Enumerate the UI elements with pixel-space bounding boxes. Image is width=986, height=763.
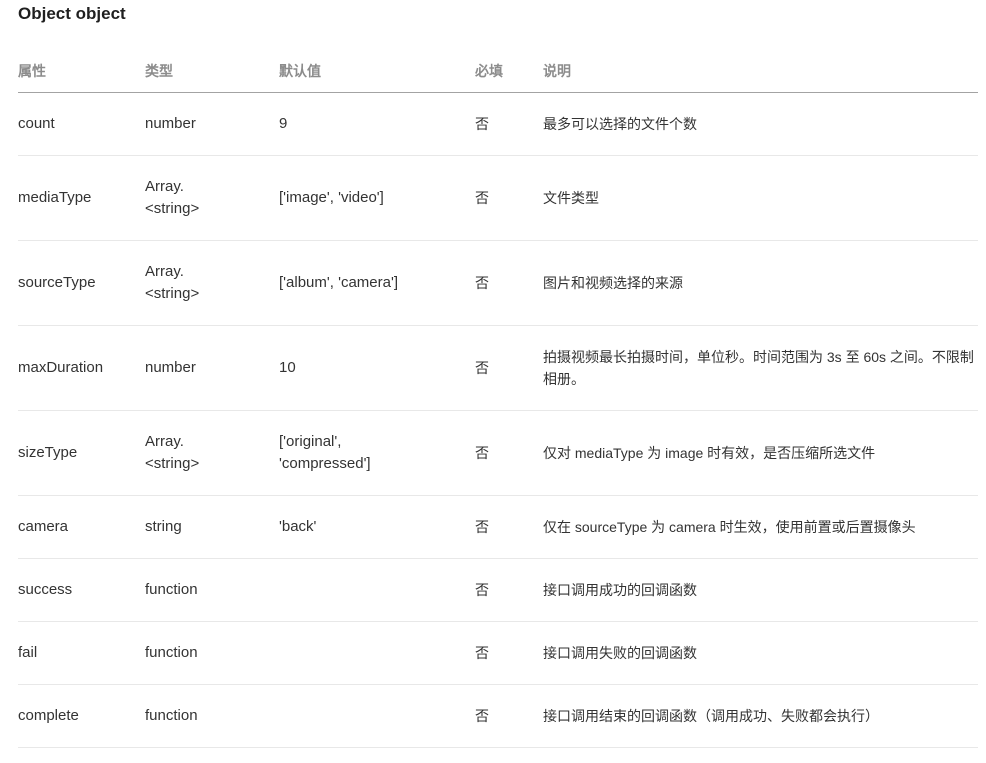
description-cell: 文件类型 (543, 190, 599, 206)
table-row: fail function 否 接口调用失败的回调函数 (18, 622, 978, 685)
default-value-cell: ['album', 'camera'] (279, 274, 398, 291)
default-value-cell: ['original', 'compressed'] (279, 433, 371, 472)
param-type-cell: number (145, 359, 196, 376)
default-value-cell: 10 (279, 359, 296, 376)
table-header-row: 属性 类型 默认值 必填 说明 (18, 50, 978, 93)
param-type-cell: function (145, 644, 198, 661)
required-cell: 否 (475, 519, 489, 535)
param-type-cell: function (145, 581, 198, 598)
default-value-cell: 9 (279, 115, 288, 132)
header-required: 必填 (475, 63, 503, 79)
default-value-cell: ['image', 'video'] (279, 189, 384, 206)
table-row: count number 9 否 最多可以选择的文件个数 (18, 93, 978, 156)
param-type-cell: string (145, 518, 182, 535)
table-row: mediaType Array.<string> ['image', 'vide… (18, 156, 978, 241)
table-row: camera string 'back' 否 仅在 sourceType 为 c… (18, 496, 978, 559)
required-cell: 否 (475, 445, 489, 461)
params-table: 属性 类型 默认值 必填 说明 count number 9 否 最多可以选择的… (18, 50, 978, 748)
description-cell: 仅在 sourceType 为 camera 时生效，使用前置或后置摄像头 (543, 519, 916, 535)
header-name: 属性 (18, 63, 46, 79)
header-type: 类型 (145, 63, 173, 79)
description-cell: 图片和视频选择的来源 (543, 275, 683, 291)
required-cell: 否 (475, 116, 489, 132)
table-row: sourceType Array.<string> ['album', 'cam… (18, 241, 978, 326)
section-title: Object object (18, 4, 126, 23)
param-name-cell: sizeType (18, 444, 78, 461)
param-name-cell: complete (18, 707, 79, 724)
table-row: sizeType Array.<string> ['original', 'co… (18, 411, 978, 496)
param-name-cell: fail (18, 644, 38, 661)
param-name-cell: success (18, 581, 73, 598)
table-row: complete function 否 接口调用结束的回调函数（调用成功、失败都… (18, 685, 978, 748)
table-row: maxDuration number 10 否 拍摄视频最长拍摄时间，单位秒。时… (18, 326, 978, 411)
description-cell: 最多可以选择的文件个数 (543, 116, 697, 132)
required-cell: 否 (475, 360, 489, 376)
required-cell: 否 (475, 645, 489, 661)
description-cell: 拍摄视频最长拍摄时间，单位秒。时间范围为 3s 至 60s 之间。不限制相册。 (543, 349, 974, 387)
required-cell: 否 (475, 190, 489, 206)
param-type-cell: function (145, 707, 198, 724)
param-type-cell: number (145, 115, 196, 132)
table-row: success function 否 接口调用成功的回调函数 (18, 559, 978, 622)
param-name-cell: sourceType (18, 274, 96, 291)
param-type-cell: Array.<string> (145, 178, 200, 217)
description-cell: 接口调用成功的回调函数 (543, 582, 697, 598)
param-name-cell: camera (18, 518, 69, 535)
header-default: 默认值 (279, 63, 321, 79)
param-type-cell: Array.<string> (145, 263, 200, 302)
required-cell: 否 (475, 582, 489, 598)
param-name-cell: mediaType (18, 189, 92, 206)
required-cell: 否 (475, 708, 489, 724)
header-description: 说明 (543, 63, 571, 79)
param-name-cell: maxDuration (18, 359, 104, 376)
default-value-cell: 'back' (279, 518, 317, 535)
param-name-cell: count (18, 115, 55, 132)
param-type-cell: Array.<string> (145, 433, 200, 472)
description-cell: 接口调用失败的回调函数 (543, 645, 697, 661)
description-cell: 接口调用结束的回调函数（调用成功、失败都会执行） (543, 708, 879, 724)
required-cell: 否 (475, 275, 489, 291)
description-cell: 仅对 mediaType 为 image 时有效，是否压缩所选文件 (543, 445, 876, 461)
